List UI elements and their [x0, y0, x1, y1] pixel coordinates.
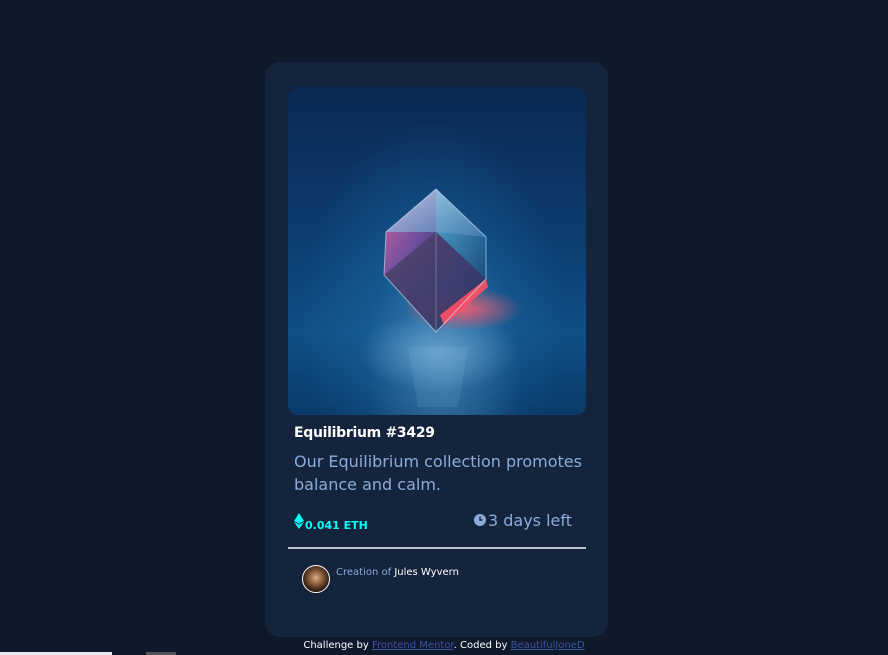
coded-prefix: . Coded by — [453, 640, 511, 651]
time-left-value: 3 days left — [487, 511, 572, 530]
frontend-mentor-link[interactable]: Frontend Mentor — [372, 640, 454, 651]
price: 0.041 ETH — [294, 513, 368, 532]
ethereum-icon — [294, 513, 304, 532]
price-value: 0.041 ETH — [305, 519, 368, 532]
author-link[interactable]: BeautifulJoneD — [511, 640, 585, 651]
creator: Creation of Jules Wyvern — [302, 565, 459, 593]
challenge-prefix: Challenge by — [303, 640, 372, 651]
clock-icon — [473, 511, 486, 530]
divider — [288, 547, 586, 549]
creator-name-link[interactable]: Jules Wyvern — [394, 567, 459, 578]
nft-card: Equilibrium #3429 Our Equilibrium collec… — [265, 62, 608, 637]
nft-title[interactable]: Equilibrium #3429 — [294, 425, 435, 441]
attribution: Challenge by Frontend Mentor. Coded by B… — [0, 640, 888, 651]
nft-preview-image[interactable] — [288, 87, 586, 415]
cube-illustration — [358, 188, 523, 407]
time-left: 3 days left — [473, 511, 572, 530]
creator-text: Creation of Jules Wyvern — [336, 567, 459, 578]
avatar — [302, 565, 330, 593]
creator-prefix: Creation of — [336, 567, 392, 578]
nft-description: Our Equilibrium collection promotes bala… — [294, 452, 582, 494]
